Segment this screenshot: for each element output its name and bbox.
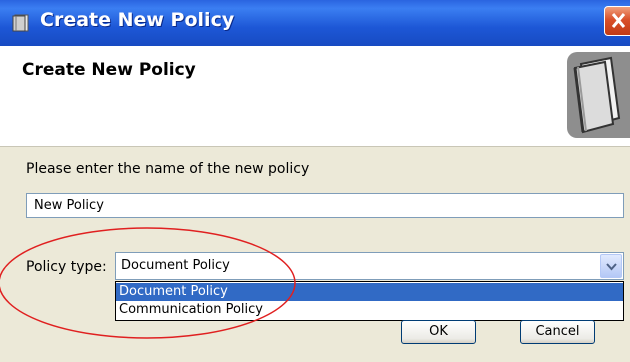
policy-type-value: Document Policy: [121, 258, 230, 273]
policy-type-dropdown: Document Policy Communication Policy: [115, 281, 624, 321]
chevron-down-icon[interactable]: [600, 254, 622, 278]
policy-type-select[interactable]: Document Policy: [115, 252, 624, 280]
cancel-button[interactable]: Cancel: [520, 320, 595, 344]
header-title: Create New Policy: [22, 60, 196, 80]
option-communication-policy[interactable]: Communication Policy: [116, 301, 623, 319]
dialog-header: Create New Policy: [0, 46, 630, 147]
close-icon: [611, 13, 626, 28]
close-button[interactable]: [604, 6, 630, 36]
policy-type-label: Policy type:: [26, 259, 107, 275]
window-title: Create New Policy: [40, 9, 235, 31]
ok-button[interactable]: OK: [401, 320, 476, 344]
policy-name-input[interactable]: [26, 193, 624, 218]
book-icon: [11, 13, 31, 33]
book-icon: [567, 52, 630, 138]
option-document-policy[interactable]: Document Policy: [116, 283, 623, 301]
name-prompt: Please enter the name of the new policy: [26, 161, 310, 177]
title-bar: Create New Policy: [0, 0, 630, 46]
